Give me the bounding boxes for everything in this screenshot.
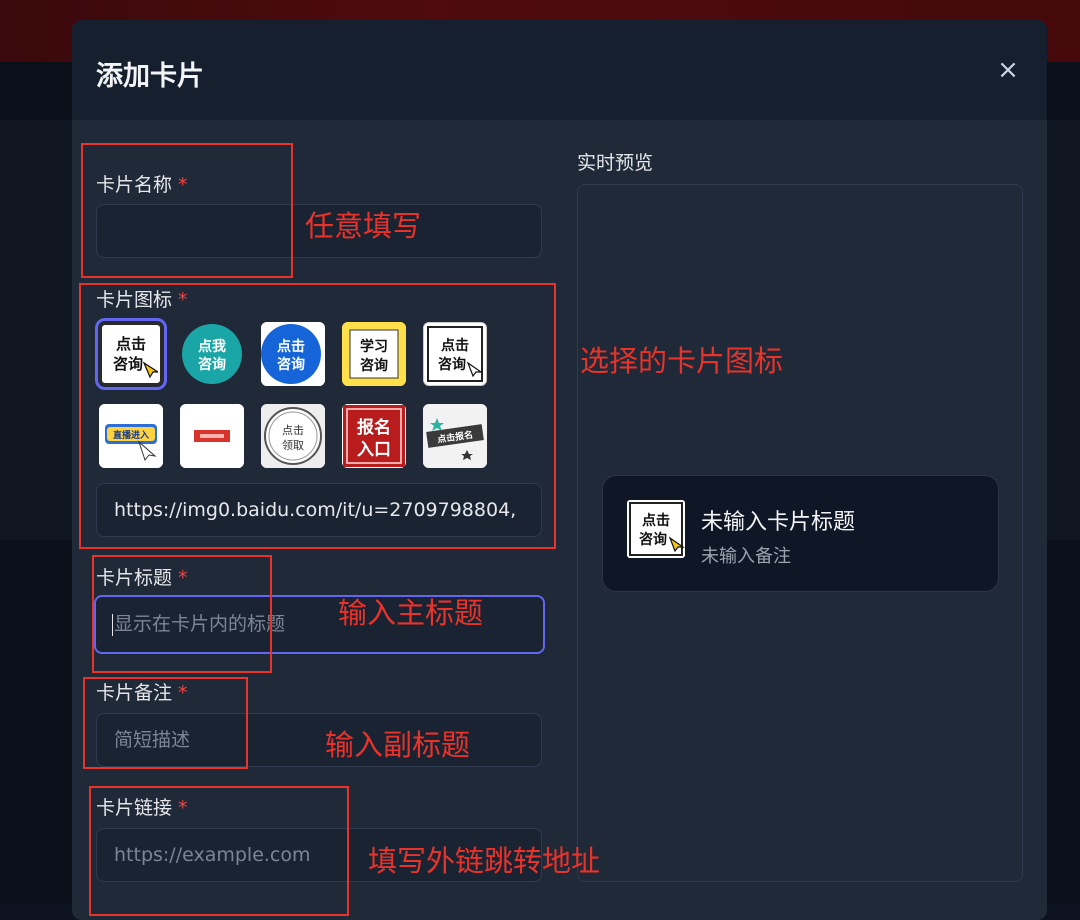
preview-card-title: 未输入卡片标题 bbox=[701, 510, 856, 535]
annotation-name: 任意填写 bbox=[305, 209, 422, 243]
annotation-link: 填写外链跳转地址 bbox=[368, 844, 601, 878]
annotation-box-icon bbox=[79, 283, 556, 549]
annotation-box-title bbox=[92, 555, 272, 673]
dialog-title: 添加卡片 bbox=[96, 61, 204, 92]
preview-card: 点击 咨询 未输入卡片标题 未输入备注 bbox=[602, 475, 999, 592]
annotation-title: 输入主标题 bbox=[338, 596, 484, 630]
svg-text:咨询: 咨询 bbox=[639, 531, 667, 548]
preview-card-subtitle: 未输入备注 bbox=[701, 546, 791, 567]
annotation-box-name bbox=[81, 143, 293, 278]
annotation-box-note bbox=[83, 677, 248, 769]
annotation-note: 输入副标题 bbox=[325, 728, 471, 762]
dialog-header: 添加卡片 × bbox=[72, 20, 1047, 120]
annotation-box-link bbox=[89, 786, 349, 916]
svg-text:点击: 点击 bbox=[642, 512, 670, 529]
annotation-icon: 选择的卡片图标 bbox=[580, 344, 784, 378]
preview-label: 实时预览 bbox=[577, 152, 654, 174]
preview-card-icon: 点击 咨询 bbox=[627, 500, 685, 558]
close-icon[interactable]: × bbox=[996, 56, 1020, 84]
